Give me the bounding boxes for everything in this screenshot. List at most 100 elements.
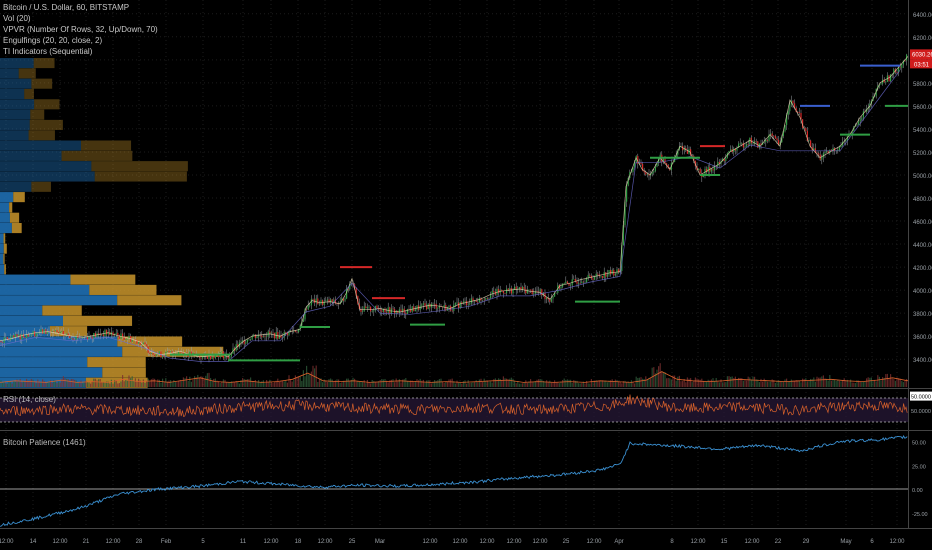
candle-body <box>646 174 648 175</box>
vp-row-up <box>0 284 90 295</box>
vp-row-up <box>0 109 31 120</box>
candle-body <box>318 303 320 305</box>
price-axis-label: 3400.00 <box>913 358 932 364</box>
candle-body <box>514 286 516 290</box>
vp-row-up <box>0 192 14 203</box>
candle-body <box>266 336 268 338</box>
time-axis-label: 12:00 <box>317 539 333 545</box>
candle-body <box>424 303 426 306</box>
vp-row-up <box>0 346 123 357</box>
legend-indicator-vpvr[interactable]: VPVR (Number Of Rows, 32, Up/Down, 70) <box>3 24 158 35</box>
candle-body <box>240 341 242 343</box>
candle-body <box>750 137 752 144</box>
candle-body <box>66 333 68 335</box>
candle-body <box>485 298 487 300</box>
candle-body <box>24 337 26 339</box>
candle-body <box>414 309 416 312</box>
candle-body <box>344 298 346 301</box>
candle-body <box>19 334 21 340</box>
legend-indicator-ti[interactable]: TI Indicators (Sequential) <box>3 46 158 57</box>
vp-row-up <box>0 233 4 244</box>
candle-body <box>262 336 264 338</box>
candle-body <box>698 168 700 170</box>
time-axis-label: 25 <box>563 539 570 545</box>
vp-row-up <box>0 274 71 285</box>
price-axis-label: 4000.00 <box>913 289 932 295</box>
candle-body <box>246 339 248 343</box>
candle-body <box>138 341 140 344</box>
vp-row-up <box>0 223 12 234</box>
price-axis-label: 5000.00 <box>913 174 932 180</box>
time-axis-label: 15 <box>721 539 728 545</box>
candle-body <box>486 298 488 299</box>
candle-body <box>616 269 618 274</box>
candle-body <box>178 351 180 354</box>
candle-body <box>789 104 791 112</box>
candle-body <box>818 153 820 155</box>
time-axis-label: 11 <box>240 539 247 545</box>
candle-body <box>560 286 562 289</box>
candle-body <box>261 335 263 338</box>
time-axis-label: 12:00 <box>479 539 495 545</box>
candle-body <box>859 119 861 122</box>
candle-body <box>102 334 104 337</box>
vp-row-down <box>117 295 182 306</box>
candle-body <box>539 289 541 292</box>
rsi-pane-label[interactable]: RSI (14, close) <box>3 395 56 404</box>
candle-body <box>579 282 581 284</box>
patience-axis-label: 25.00 <box>912 464 926 470</box>
time-axis-label: 25 <box>349 539 356 545</box>
time-axis-label: 12:00 <box>506 539 522 545</box>
candle-body <box>376 305 378 309</box>
candle-body <box>61 330 63 332</box>
candle-body <box>611 269 613 275</box>
candle-body <box>98 333 100 334</box>
time-axis-label: 29 <box>803 539 810 545</box>
price-axis-label: 5400.00 <box>913 128 932 134</box>
candle-body <box>264 336 266 338</box>
candle-body <box>573 279 575 280</box>
candle-body <box>451 310 453 312</box>
candle-body <box>792 100 794 104</box>
candle-body <box>386 312 388 313</box>
vp-row-down <box>31 78 53 89</box>
candle-body <box>576 281 578 284</box>
candle-body <box>552 296 554 299</box>
vp-row-up <box>0 150 62 161</box>
candle-body <box>416 305 418 310</box>
candle-body <box>456 302 458 304</box>
candle-body <box>154 354 156 357</box>
candle-body <box>437 307 439 309</box>
vp-row-down <box>9 212 20 223</box>
last-price-value: 6030.26 <box>912 52 932 58</box>
candle-body <box>651 172 653 174</box>
price-axis-label: 3600.00 <box>913 335 932 341</box>
vp-row-up <box>0 78 32 89</box>
candle-body <box>454 302 456 305</box>
candle-body <box>861 117 863 120</box>
chart-canvas[interactable]: 3400.00 3600.00 3800.00 4000.00 4200.00 4400.… <box>0 0 932 550</box>
candle-body <box>766 140 768 141</box>
candle-body <box>730 149 732 152</box>
patience-pane-label[interactable]: Bitcoin Patience (1461) <box>3 438 86 447</box>
candle-body <box>531 289 533 295</box>
vp-row-up <box>0 171 95 182</box>
candle-body <box>901 64 903 68</box>
legend-indicator-vol[interactable]: Vol (20) <box>3 13 158 24</box>
legend-symbol[interactable]: Bitcoin / U.S. Dollar, 60, BITSTAMP <box>3 2 158 13</box>
candle-body <box>37 333 39 334</box>
candle-body <box>269 331 271 334</box>
vp-row-up <box>0 305 43 316</box>
candle-body <box>798 112 800 113</box>
candle-body <box>250 339 252 341</box>
candle-body <box>459 302 461 308</box>
tradingview-chart[interactable]: Bitcoin / U.S. Dollar, 60, BITSTAMP Vol … <box>0 0 932 550</box>
vp-row-down <box>34 99 60 110</box>
candle-body <box>550 298 552 302</box>
candle-body <box>373 310 375 312</box>
candle-body <box>582 281 584 283</box>
time-axis-label: 12:00 <box>586 539 602 545</box>
candle-body <box>699 168 701 174</box>
legend-indicator-engulfings[interactable]: Engulfings (20, 20, close, 2) <box>3 35 158 46</box>
candle-body <box>370 306 372 312</box>
